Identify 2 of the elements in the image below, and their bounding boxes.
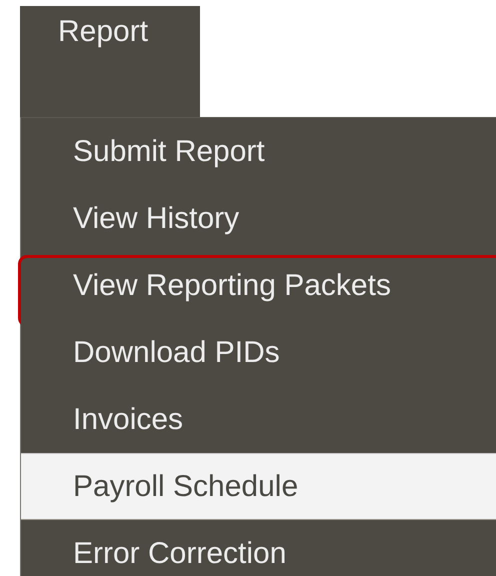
menu-item[interactable]: Payroll Schedule	[21, 453, 496, 520]
menu-tab[interactable]: Report	[20, 6, 200, 117]
